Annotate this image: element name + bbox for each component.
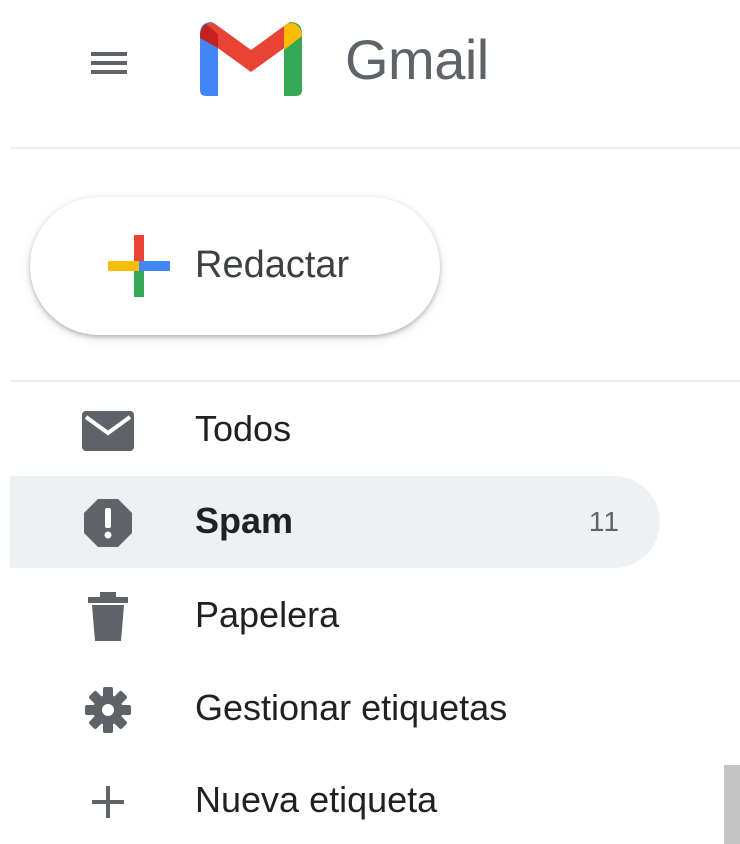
nav-item-label: Nueva etiqueta bbox=[195, 779, 438, 820]
envelope-icon bbox=[80, 403, 136, 459]
header-divider bbox=[10, 147, 740, 149]
nav-item-todos[interactable]: Todos bbox=[10, 384, 660, 476]
colored-plus-icon bbox=[108, 235, 170, 297]
gmail-logo[interactable] bbox=[196, 20, 306, 98]
hamburger-menu-icon bbox=[91, 52, 127, 74]
nav-item-spam[interactable]: Spam 11 bbox=[10, 476, 660, 568]
compose-button[interactable]: Redactar bbox=[30, 197, 440, 335]
nav-item-nueva-etiqueta[interactable]: Nueva etiqueta bbox=[10, 755, 660, 844]
nav-item-label: Todos bbox=[195, 408, 292, 449]
nav-item-label: Papelera bbox=[195, 594, 340, 635]
gmail-brand-text: Gmail bbox=[345, 28, 489, 91]
gear-icon bbox=[80, 682, 136, 738]
unread-count-badge: 11 bbox=[588, 506, 620, 537]
compose-label: Redactar bbox=[195, 244, 350, 286]
main-menu-button[interactable] bbox=[74, 28, 144, 98]
gmail-sidebar: Gmail Redactar Todos Spam 11 Papelera Ge… bbox=[0, 0, 740, 844]
trash-icon bbox=[80, 589, 136, 645]
plus-icon bbox=[80, 774, 136, 830]
spam-alert-icon bbox=[80, 495, 136, 551]
nav-item-gestionar-etiquetas[interactable]: Gestionar etiquetas bbox=[10, 663, 660, 755]
scrollbar-thumb[interactable] bbox=[724, 765, 740, 844]
nav-item-label: Spam bbox=[195, 500, 294, 541]
compose-divider bbox=[10, 380, 740, 382]
nav-item-papelera[interactable]: Papelera bbox=[10, 570, 660, 662]
nav-item-label: Gestionar etiquetas bbox=[195, 687, 508, 728]
gmail-m-logo-icon bbox=[200, 22, 302, 96]
